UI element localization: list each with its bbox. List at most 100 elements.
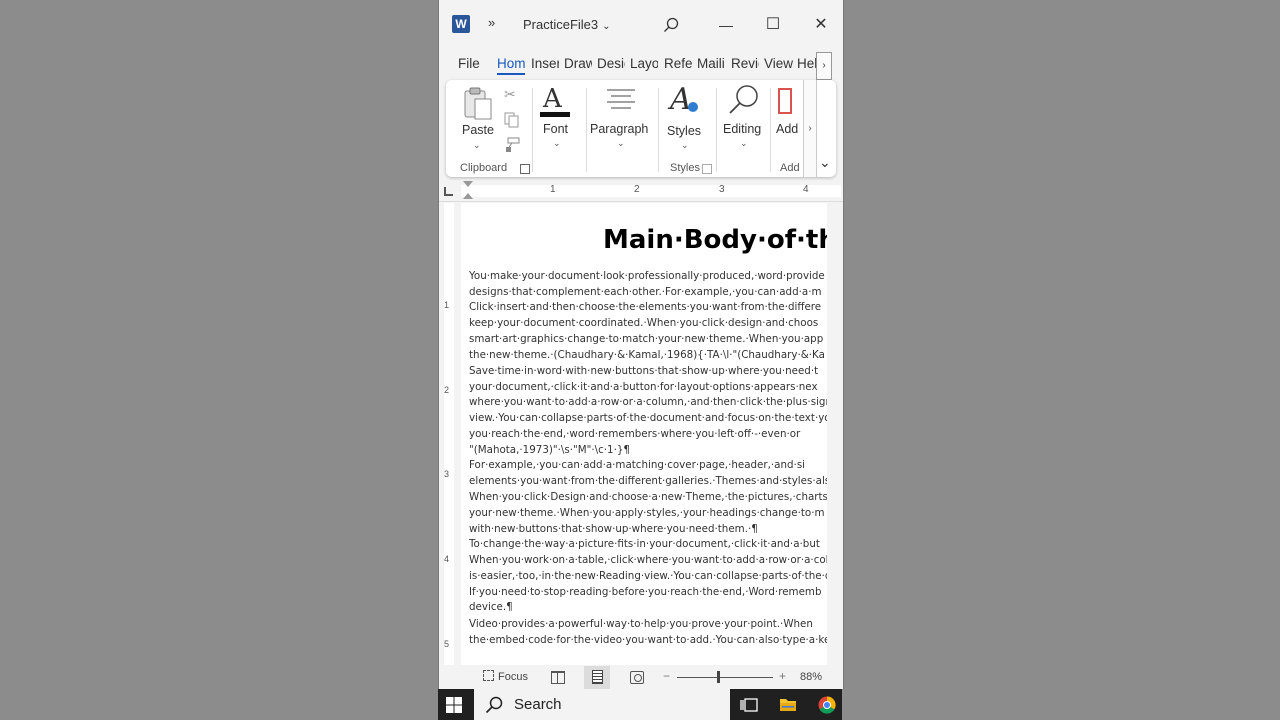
document-line[interactable]: When·you·work·on·a·table,·click·where·yo… — [469, 554, 827, 566]
clipboard-dialog-launcher-icon[interactable] — [520, 164, 530, 174]
styles-button[interactable]: A Styles ⌄ — [664, 82, 708, 156]
vruler-number: 1 — [444, 300, 450, 310]
chrome-button[interactable] — [818, 696, 836, 714]
indent-marker-icon[interactable] — [463, 181, 473, 187]
document-line[interactable]: When·you·click·Design·and·choose·a·new·T… — [469, 491, 827, 503]
document-line[interactable]: you·reach·the·end,·word·remembers·where·… — [469, 428, 800, 440]
font-label: Font — [543, 122, 569, 136]
format-painter-icon — [506, 137, 520, 152]
document-heading[interactable]: Main·Body·of·the· — [603, 225, 827, 255]
vruler-number: 2 — [444, 385, 450, 395]
status-bar: Focus − + 88% — [439, 666, 843, 689]
focus-label: Focus — [498, 671, 528, 683]
tab-design[interactable]: Desig — [597, 56, 625, 71]
document-line[interactable]: your·new·theme.·When·you·apply·styles,·y… — [469, 507, 825, 519]
scissors-icon: ✂ — [504, 86, 516, 102]
word-app-icon[interactable]: W — [452, 15, 470, 33]
document-line[interactable]: "(Mahota,·1973)"·\s·"M"·\c·1·}¶ — [469, 444, 630, 456]
close-button[interactable]: ✕ — [806, 10, 836, 40]
vertical-ruler-scale — [444, 203, 454, 665]
document-page[interactable]: Main·Body·of·the· You·make·your·document… — [461, 203, 827, 665]
print-layout-button[interactable] — [584, 666, 610, 689]
taskbar-search-box[interactable]: Search — [474, 689, 730, 720]
document-line[interactable]: You·make·your·document·look·professional… — [469, 270, 825, 282]
zoom-slider-thumb[interactable] — [717, 671, 721, 683]
styles-icon: A — [670, 82, 692, 117]
editing-button[interactable]: Editing ⌄ — [720, 84, 768, 154]
tab-help[interactable]: Help — [797, 56, 817, 71]
tab-mailings[interactable]: Maili — [697, 56, 725, 71]
paste-button[interactable]: Paste ⌄ — [458, 84, 498, 156]
document-line[interactable]: keep·your·document·coordinated.·When·you… — [469, 317, 818, 329]
document-line[interactable]: elements·you·want·from·the·different·gal… — [469, 475, 827, 487]
cut-button[interactable]: ✂ — [504, 86, 522, 104]
taskbar: Search — [438, 689, 842, 720]
chevron-down-icon: ⌄ — [740, 138, 748, 148]
tab-file[interactable]: File — [458, 56, 480, 71]
paste-label: Paste — [462, 123, 494, 137]
file-explorer-button[interactable] — [779, 697, 797, 712]
vruler-number: 3 — [444, 469, 450, 479]
print-layout-icon — [592, 670, 603, 684]
document-line[interactable]: Click·insert·and·then·choose·the·element… — [469, 301, 821, 313]
web-layout-icon — [634, 674, 642, 682]
minimize-button[interactable]: — — [711, 10, 741, 40]
zoom-out-button[interactable]: − — [663, 669, 670, 683]
document-line[interactable]: Save·time·in·word·with·new·buttons·that·… — [469, 365, 818, 377]
tab-insert[interactable]: Inser — [531, 56, 559, 71]
document-line[interactable]: smart·art·graphics·change·to·match·your·… — [469, 333, 823, 345]
document-line[interactable]: your·document,·click·it·and·a·button·for… — [469, 381, 818, 393]
zoom-in-button[interactable]: + — [779, 669, 786, 683]
tab-home[interactable]: Hom — [497, 56, 525, 75]
tab-review[interactable]: Revie — [731, 56, 759, 71]
document-line[interactable]: For·example,·you·can·add·a·matching·cove… — [469, 459, 805, 471]
chevron-down-icon: ⌄ — [681, 140, 689, 150]
web-layout-button[interactable] — [630, 671, 644, 684]
document-line[interactable]: the·embed·code·for·the·video·you·want·to… — [469, 634, 827, 646]
focus-mode-button[interactable]: Focus — [483, 670, 528, 683]
document-title[interactable]: PracticeFile3 ⌄ — [523, 17, 611, 32]
zoom-level[interactable]: 88% — [800, 671, 822, 683]
search-button[interactable] — [656, 10, 686, 40]
document-title-text: PracticeFile3 — [523, 17, 599, 32]
copy-button[interactable] — [504, 112, 522, 130]
document-line[interactable]: with·new·buttons·that·show·up·where·you·… — [469, 523, 758, 535]
tab-view[interactable]: View — [764, 56, 796, 71]
styles-dialog-launcher-icon[interactable] — [702, 164, 712, 174]
document-line[interactable]: To·change·the·way·a·picture·fits·in·your… — [469, 538, 820, 550]
document-line[interactable]: designs·that·complement·each·other.·For·… — [469, 286, 822, 298]
taskbar-search-label: Search — [514, 696, 562, 713]
hanging-indent-marker-icon[interactable] — [463, 193, 473, 199]
quick-access-more-button[interactable]: » — [488, 15, 495, 30]
format-painter-button[interactable] — [504, 137, 522, 155]
read-mode-button[interactable] — [551, 671, 565, 684]
start-button[interactable] — [446, 697, 462, 713]
ruler-number: 3 — [719, 184, 725, 195]
add-ins-button[interactable]: Add — [776, 84, 802, 154]
word-window: W » PracticeFile3 ⌄ — ☐ ✕ File Hom Inser … — [438, 0, 844, 689]
ribbon: Paste ⌄ ✂ Clipboard A Font ⌄ Paragraph ⌄… — [446, 80, 836, 177]
font-button[interactable]: A Font ⌄ — [538, 84, 578, 154]
task-view-button[interactable] — [740, 697, 758, 713]
folder-icon — [780, 699, 796, 711]
chevron-down-icon: ⌄ — [473, 140, 481, 150]
zoom-slider[interactable] — [677, 677, 773, 678]
tab-references[interactable]: Refer — [664, 56, 692, 71]
ribbon-separator — [532, 88, 533, 172]
document-line[interactable]: If·you·need·to·stop·reading·before·you·r… — [469, 586, 821, 598]
document-line[interactable]: where·you·want·to·add·a·row·or·a·column,… — [469, 396, 827, 408]
ribbon-scroll-right-button[interactable]: › — [803, 80, 817, 177]
paragraph-button[interactable]: Paragraph ⌄ — [590, 84, 654, 154]
maximize-button[interactable]: ☐ — [758, 10, 788, 40]
document-line[interactable]: the·new·theme.·(Chaudhary·&·Kamal,·1968)… — [469, 349, 825, 361]
font-color-icon: A — [543, 84, 562, 114]
document-line[interactable]: is·easier,·too,·in·the·new·Reading·view.… — [469, 570, 827, 582]
document-line[interactable]: device.¶ — [469, 601, 513, 613]
tab-layout[interactable]: Layo — [630, 56, 658, 71]
tab-draw[interactable]: Draw — [564, 56, 592, 71]
document-line[interactable]: Video·provides·a·powerful·way·to·help·yo… — [469, 618, 813, 630]
tab-selector-icon[interactable] — [444, 187, 453, 196]
document-line[interactable]: view.·You·can·collapse·parts·of·the·docu… — [469, 412, 827, 424]
ribbon-expand-button[interactable]: ⌄ — [819, 154, 831, 171]
tabs-scroll-right-button[interactable]: › — [816, 52, 832, 80]
